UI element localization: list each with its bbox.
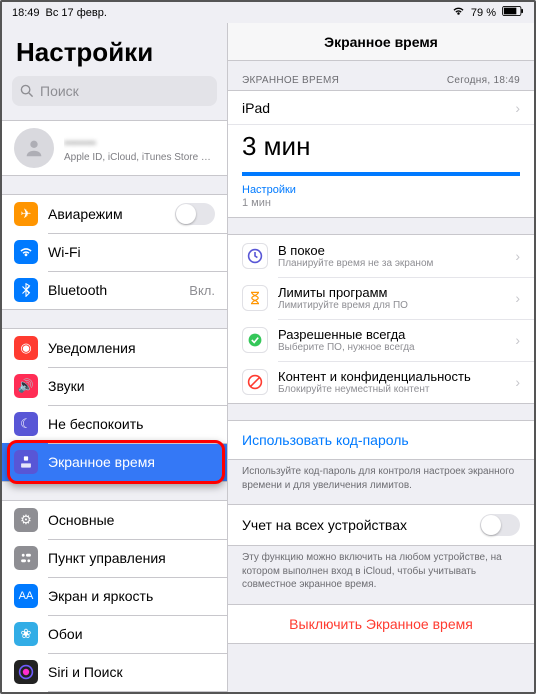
status-date: Вс 17 февр. [46, 7, 107, 19]
sidebar-item-airplane[interactable]: ✈ Авиарежим [2, 195, 227, 233]
bluetooth-icon [14, 278, 38, 302]
top-app-name: Настройки [242, 184, 296, 196]
sidebar-item-touchid[interactable]: Touch ID и код-пароль [2, 691, 227, 692]
device-name: iPad [242, 100, 515, 116]
wifi-icon [14, 240, 38, 264]
sidebar-item-wallpaper[interactable]: ❀ Обои [2, 615, 227, 653]
notifications-icon: ◉ [14, 336, 38, 360]
battery-icon [502, 6, 524, 19]
detail-panel: Экранное время ЭКРАННОЕ ВРЕМЯ Сегодня, 1… [228, 23, 534, 692]
row-downtime[interactable]: В покоеПланируйте время не за экраном › [228, 235, 534, 277]
sidebar-title: Настройки [2, 23, 227, 76]
sidebar-item-siri[interactable]: Siri и Поиск [2, 653, 227, 691]
apple-id-row[interactable]: ------ Apple ID, iCloud, iTunes Store и … [2, 121, 227, 175]
chevron-right-icon: › [515, 332, 520, 348]
chevron-right-icon: › [515, 374, 520, 390]
turn-off-screentime[interactable]: Выключить Экранное время [228, 604, 534, 644]
search-input[interactable]: Поиск [12, 76, 217, 106]
section-head-date: Сегодня, 18:49 [447, 75, 520, 86]
airplane-icon: ✈ [14, 202, 38, 226]
row-content-privacy[interactable]: Контент и конфиденциальностьБлокируйте н… [228, 361, 534, 403]
detail-title: Экранное время [228, 23, 534, 61]
general-icon: ⚙ [14, 508, 38, 532]
airplane-toggle[interactable] [175, 203, 215, 225]
search-placeholder: Поиск [40, 83, 79, 99]
sidebar-item-display[interactable]: AA Экран и яркость [2, 577, 227, 615]
row-always-allowed[interactable]: Разрешенные всегдаВыберите ПО, нужное вс… [228, 319, 534, 361]
usage-bar [242, 172, 520, 176]
share-footnote: Эту функцию можно включить на любом устр… [228, 546, 534, 604]
account-name: ------ [64, 134, 215, 152]
sidebar-item-screentime[interactable]: Экранное время [2, 443, 227, 481]
battery-percent: 79 % [471, 7, 496, 19]
sidebar-item-dnd[interactable]: ☾ Не беспокоить [2, 405, 227, 443]
share-across-devices-row[interactable]: Учет на всех устройствах [228, 504, 534, 546]
total-time: 3 мин [228, 125, 534, 172]
row-app-limits[interactable]: Лимиты программЛимитируйте время для ПО … [228, 277, 534, 319]
check-icon [242, 327, 268, 353]
siri-icon [14, 660, 38, 684]
passcode-footnote: Используйте код-пароль для контроля наст… [228, 460, 534, 504]
top-app-time: 1 мин [242, 197, 520, 209]
sounds-icon: 🔊 [14, 374, 38, 398]
sidebar-item-notifications[interactable]: ◉ Уведомления [2, 329, 227, 367]
chevron-right-icon: › [515, 100, 520, 116]
search-icon [20, 84, 34, 98]
sidebar-item-bluetooth[interactable]: Bluetooth Вкл. [2, 271, 227, 309]
status-bar: 18:49 Вс 17 февр. 79 % [2, 2, 534, 23]
account-sub: Apple ID, iCloud, iTunes Store и A... [64, 152, 215, 163]
downtime-icon [242, 243, 268, 269]
settings-sidebar: Настройки Поиск ------ Apple ID, iCloud,… [2, 23, 228, 692]
bluetooth-status: Вкл. [189, 283, 215, 298]
sidebar-item-general[interactable]: ⚙ Основные [2, 501, 227, 539]
avatar [14, 128, 54, 168]
sidebar-item-sounds[interactable]: 🔊 Звуки [2, 367, 227, 405]
wallpaper-icon: ❀ [14, 622, 38, 646]
hourglass-icon [242, 285, 268, 311]
screentime-icon [14, 450, 38, 474]
display-icon: AA [14, 584, 38, 608]
usage-card[interactable]: iPad › 3 мин Настройки 1 мин [228, 90, 534, 218]
chevron-right-icon: › [515, 248, 520, 264]
status-time: 18:49 [12, 7, 40, 19]
use-passcode-link[interactable]: Использовать код-пароль [228, 420, 534, 460]
control-center-icon [14, 546, 38, 570]
sidebar-item-control-center[interactable]: Пункт управления [2, 539, 227, 577]
sidebar-item-wifi[interactable]: Wi-Fi [2, 233, 227, 271]
chevron-right-icon: › [515, 290, 520, 306]
section-head-label: ЭКРАННОЕ ВРЕМЯ [242, 75, 339, 86]
wifi-icon [452, 6, 465, 19]
dnd-icon: ☾ [14, 412, 38, 436]
restrict-icon [242, 369, 268, 395]
share-toggle[interactable] [480, 514, 520, 536]
